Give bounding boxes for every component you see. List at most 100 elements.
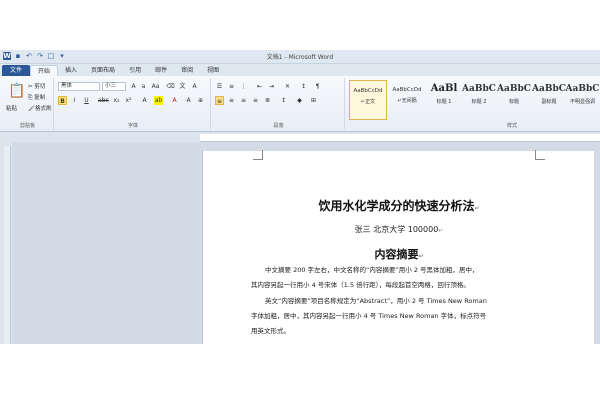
- show-marks-icon[interactable]: ¶: [313, 82, 322, 91]
- paste-icon[interactable]: 📋: [8, 84, 25, 98]
- decrease-indent-icon[interactable]: ⇤: [255, 82, 264, 91]
- paragraph-mark: ↵: [438, 227, 444, 234]
- distributed-icon[interactable]: ≣: [263, 96, 272, 105]
- increase-indent-icon[interactable]: ⇥: [267, 82, 276, 91]
- char-shading-icon[interactable]: A: [184, 96, 193, 105]
- tab-page-layout[interactable]: 页面布局: [84, 65, 122, 76]
- font-name-select[interactable]: 黑体: [58, 82, 100, 91]
- borders-icon[interactable]: ⊞: [309, 96, 318, 105]
- format-painter-button[interactable]: 🖌格式刷: [28, 104, 52, 112]
- copy-icon: ⎘: [28, 95, 33, 101]
- paragraph-group: ☰ ≡ ⋮ ⇤ ⇥ ✕ ↕ ¶ ≡ ≡ ≡ ≡ ≣ ↕ ◆ ⊞ 段落: [213, 78, 345, 130]
- copy-button[interactable]: ⎘ 复制: [28, 93, 45, 102]
- brush-icon: 🖌: [28, 106, 35, 112]
- doc-title[interactable]: 饮用水化学成分的快速分析法↵: [203, 197, 595, 214]
- ribbon-tabs: 文件 开始 插入 页面布局 引用 邮件 审阅 视图: [0, 64, 600, 76]
- doc-heading-text: 内容摘要: [374, 248, 419, 261]
- italic-icon[interactable]: I: [70, 96, 79, 105]
- ribbon: 📋 粘贴 ✂ 剪切 ⎘ 复制 🖌格式刷 剪贴板 黑体 小三 A a Aa ⌫ 文…: [0, 76, 600, 132]
- bold-icon[interactable]: B: [58, 96, 67, 105]
- font-color-icon[interactable]: A: [170, 96, 179, 105]
- word-window: W ▪ ↶ ↷ □ ▾ 文档1 - Microsoft Word 文件 开始 插…: [0, 50, 600, 344]
- style-subtle-emphasis-preview: AaBbC: [565, 84, 600, 94]
- style-no-spacing[interactable]: AaBbCcDd ↵无间隔: [388, 80, 426, 120]
- vertical-ruler[interactable]: [4, 146, 11, 344]
- window-title: 文档1 - Microsoft Word: [266, 54, 334, 61]
- style-subtle-emphasis-name: 不明显强调: [569, 99, 595, 105]
- styles-group-label: 样式: [507, 123, 518, 129]
- enclosed-char-icon[interactable]: ⊕: [196, 96, 205, 105]
- text-effects-icon[interactable]: A: [140, 96, 149, 105]
- tab-review[interactable]: 审阅: [174, 65, 200, 76]
- justify-icon[interactable]: ≡: [251, 96, 260, 105]
- document-area[interactable]: 饮用水化学成分的快速分析法↵ 张三 北京大学 100000↵ 内容摘要↵ 中文摘…: [12, 142, 600, 344]
- cut-button[interactable]: ✂ 剪切: [28, 82, 45, 90]
- style-normal-preview: AaBbCcDd: [353, 88, 383, 94]
- paragraph-line: 中文摘要 200 字左右，中文名称的“内容摘要”用小 2 号黑体加粗，居中，: [265, 266, 479, 274]
- title-bar: W ▪ ↶ ↷ □ ▾ 文档1 - Microsoft Word: [0, 50, 600, 64]
- margin-corner-top-right: [535, 150, 545, 160]
- style-title-name: 标题: [508, 99, 519, 105]
- paragraph-line: 字体加粗，居中，其内容另起一行用小 4 号 Times New Roman 字体…: [251, 312, 487, 320]
- align-center-icon[interactable]: ≡: [227, 96, 236, 105]
- paragraph-line: 英文“内容摘要”项目名称规定为“Abstract”，用小 2 号 Times N…: [265, 297, 487, 305]
- bullets-icon[interactable]: ☰: [215, 82, 224, 91]
- highlight-icon[interactable]: ab: [154, 96, 163, 105]
- style-subtle-emphasis[interactable]: AaBbC 不明显强调: [565, 80, 600, 120]
- doc-author-text: 张三 北京大学 100000: [354, 225, 439, 234]
- styles-group: AaBbCcDd ↵正文 AaBbCcDd ↵无间隔 AaBl 标题 1 AaB…: [347, 78, 600, 130]
- style-heading-2[interactable]: AaBbC 标题 2: [460, 80, 498, 120]
- style-title[interactable]: AaBbC 标题: [495, 80, 533, 120]
- paste-button[interactable]: 粘贴: [6, 104, 17, 112]
- phonetic-guide-icon[interactable]: 文: [178, 82, 187, 91]
- chinese-layout-icon[interactable]: ✕: [283, 82, 292, 91]
- style-heading-1-preview: AaBl: [430, 83, 458, 94]
- grow-font-icon[interactable]: A: [129, 82, 138, 91]
- tab-file[interactable]: 文件: [2, 65, 31, 76]
- tab-insert[interactable]: 插入: [58, 65, 84, 76]
- subscript-icon[interactable]: x₂: [112, 96, 121, 105]
- format-painter-label: 格式刷: [34, 106, 52, 112]
- style-normal-name: ↵正文: [360, 99, 376, 105]
- numbering-icon[interactable]: ≡: [227, 82, 236, 91]
- line-spacing-icon[interactable]: ↕: [279, 96, 288, 105]
- paragraph-group-label: 段落: [273, 123, 284, 129]
- tab-view[interactable]: 视图: [200, 65, 226, 76]
- doc-title-text: 饮用水化学成分的快速分析法: [318, 199, 475, 213]
- multilevel-list-icon[interactable]: ⋮: [239, 82, 248, 91]
- char-border-icon[interactable]: A: [190, 82, 199, 91]
- change-case-icon[interactable]: Aa: [151, 82, 160, 91]
- shrink-font-icon[interactable]: a: [139, 82, 148, 91]
- align-right-icon[interactable]: ≡: [239, 96, 248, 105]
- clear-format-icon[interactable]: ⌫: [166, 82, 175, 91]
- font-size-select[interactable]: 小三: [102, 82, 126, 91]
- superscript-icon[interactable]: x²: [124, 96, 133, 105]
- style-heading-2-name: 标题 2: [471, 99, 487, 105]
- paragraph-line: 用英文形式。: [251, 327, 290, 335]
- tab-references[interactable]: 引用: [122, 65, 148, 76]
- shading-icon[interactable]: ◆: [295, 96, 304, 105]
- clipboard-group-label: 剪贴板: [19, 123, 35, 129]
- strikethrough-icon[interactable]: abc: [98, 96, 109, 105]
- paragraph-mark: ↵: [474, 205, 480, 212]
- doc-heading[interactable]: 内容摘要↵: [203, 246, 595, 262]
- style-subtitle-name: 副标题: [541, 99, 557, 105]
- tab-mailings[interactable]: 邮件: [148, 65, 174, 76]
- style-heading-1[interactable]: AaBl 标题 1: [425, 80, 463, 120]
- margin-corner-top-left: [253, 150, 263, 160]
- document-page[interactable]: 饮用水化学成分的快速分析法↵ 张三 北京大学 100000↵ 内容摘要↵ 中文摘…: [202, 150, 595, 344]
- abstract-paragraph-1[interactable]: 中文摘要 200 字左右，中文名称的“内容摘要”用小 2 号黑体加粗，居中， 其…: [251, 263, 567, 293]
- style-subtitle[interactable]: AaBbC 副标题: [530, 80, 568, 120]
- abstract-paragraph-2[interactable]: 英文“内容摘要”项目名称规定为“Abstract”，用小 2 号 Times N…: [251, 294, 567, 339]
- align-left-icon[interactable]: ≡: [215, 96, 224, 105]
- style-normal[interactable]: AaBbCcDd ↵正文: [349, 80, 387, 120]
- sort-icon[interactable]: ↕: [299, 82, 308, 91]
- tab-home[interactable]: 开始: [30, 65, 59, 76]
- doc-author[interactable]: 张三 北京大学 100000↵: [203, 224, 595, 235]
- font-group-label: 字体: [127, 123, 138, 129]
- cut-label: 剪切: [34, 84, 46, 90]
- horizontal-ruler[interactable]: [200, 134, 600, 142]
- style-no-spacing-name: ↵无间隔: [397, 98, 417, 104]
- underline-icon[interactable]: U: [82, 96, 91, 105]
- cut-icon: ✂: [28, 84, 33, 90]
